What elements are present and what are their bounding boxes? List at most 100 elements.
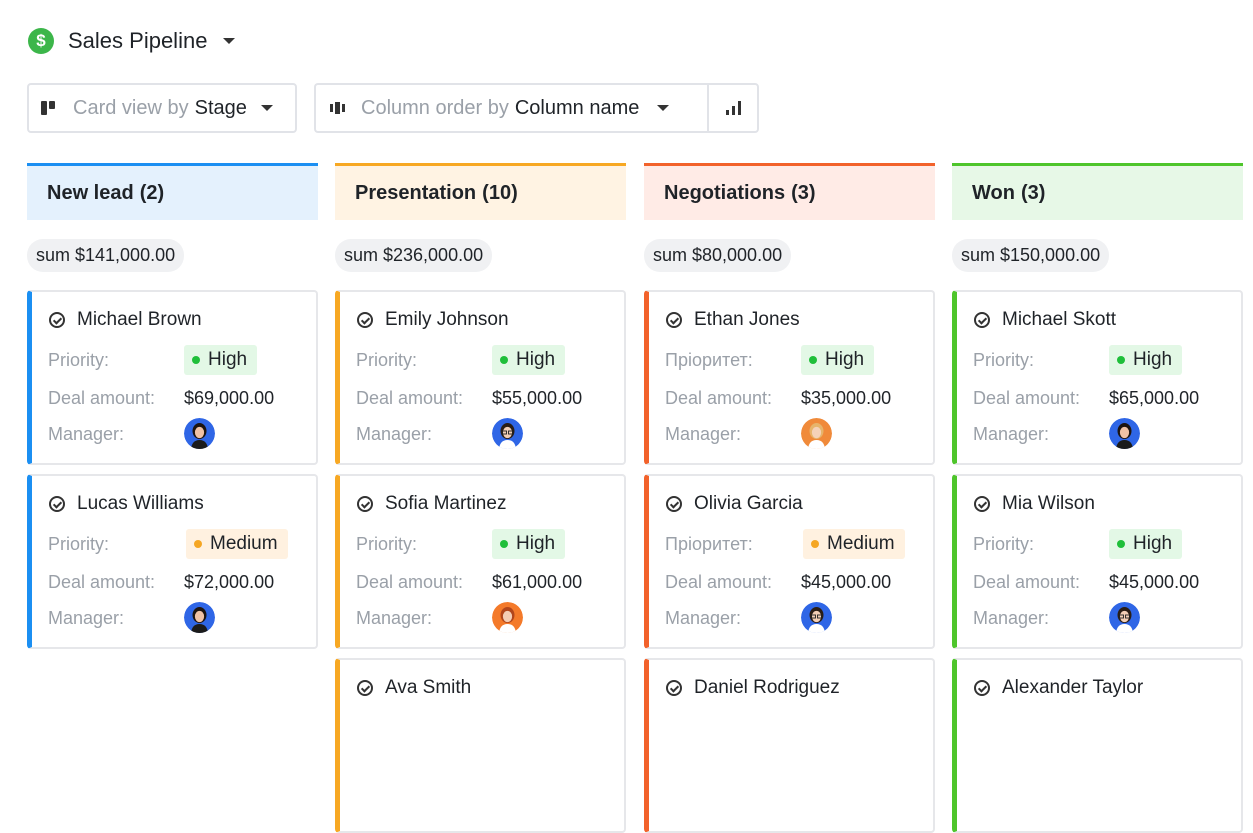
deal-card[interactable]: Sofia Martinez Priority: Deal amount: Manag…: [335, 474, 626, 649]
status-dot-icon: [811, 540, 819, 548]
check-circle-icon[interactable]: [666, 680, 682, 696]
card-title: Mia Wilson: [974, 493, 1095, 515]
deal-card[interactable]: Daniel Rodriguez: [644, 658, 935, 833]
card-title: Daniel Rodriguez: [666, 677, 840, 699]
deal-amount-value: $69,000.00: [184, 388, 275, 408]
manager-avatar[interactable]: [1109, 418, 1140, 449]
priority-label: Priority:: [48, 350, 110, 370]
deal-card[interactable]: Michael Brown Priority: Deal amount: Manage…: [27, 290, 318, 465]
priority-value: High: [208, 349, 248, 370]
column-header[interactable]: Presentation (10): [335, 163, 626, 220]
column-count: (2): [139, 181, 165, 204]
deal-card[interactable]: Ethan Jones Пріоритет: Deal amount: Manager…: [644, 290, 935, 465]
priority-value: High: [825, 349, 865, 370]
manager-label: Manager:: [665, 424, 742, 444]
check-circle-icon[interactable]: [666, 312, 682, 328]
deal-card[interactable]: Olivia Garcia Пріоритет: Deal amount: Manag…: [644, 474, 935, 649]
deal-amount-value: $61,000.00: [492, 572, 583, 592]
column-order-icon: [330, 102, 345, 114]
page-title[interactable]: Sales Pipeline: [68, 28, 207, 54]
priority-value: High: [516, 533, 556, 554]
column-header[interactable]: Negotiations (3): [644, 163, 935, 220]
card-view-button[interactable]: Card view by Stage: [27, 83, 297, 133]
column-header[interactable]: Won (3): [952, 163, 1243, 220]
deal-amount-value: $35,000.00: [801, 388, 892, 408]
deal-card[interactable]: Mia Wilson Priority: Deal amount: Manager: $…: [952, 474, 1243, 649]
card-title: Michael Brown: [49, 309, 202, 331]
chevron-down-icon: [260, 105, 273, 111]
manager-label: Manager:: [973, 608, 1050, 628]
manager-label: Manager:: [48, 608, 125, 628]
deal-amount-label: Deal amount:: [48, 572, 156, 592]
manager-label: Manager:: [356, 608, 433, 628]
check-circle-icon[interactable]: [666, 496, 682, 512]
deal-card[interactable]: Alexander Taylor: [952, 658, 1243, 833]
deal-name: Sofia Martinez: [385, 493, 507, 514]
manager-avatar[interactable]: [801, 418, 832, 449]
card-title: Olivia Garcia: [666, 493, 803, 515]
chevron-down-icon: [657, 105, 670, 111]
column-sum: sum $150,000.00: [952, 239, 1110, 272]
card-title: Lucas Williams: [49, 493, 204, 515]
column-order-button[interactable]: Column order by Column name: [314, 83, 709, 133]
manager-label: Manager:: [356, 424, 433, 444]
check-circle-icon[interactable]: [974, 496, 990, 512]
app-header: $ Sales Pipeline: [28, 27, 236, 55]
priority-value: Medium: [827, 533, 895, 554]
check-circle-icon[interactable]: [974, 680, 990, 696]
card-title: Ethan Jones: [666, 309, 800, 331]
manager-avatar[interactable]: [801, 602, 832, 633]
column-won: Won (3) sum $150,000.00: [952, 163, 1243, 272]
deal-name: Ethan Jones: [694, 309, 800, 330]
manager-avatar[interactable]: [184, 602, 215, 633]
manager-avatar[interactable]: [492, 602, 523, 633]
column-new-lead: New lead (2) sum $141,000.00: [27, 163, 318, 272]
manager-label: Manager:: [973, 424, 1050, 444]
status-dot-icon: [500, 356, 508, 364]
deal-name: Olivia Garcia: [694, 493, 803, 514]
column-sum: sum $236,000.00: [335, 239, 493, 272]
status-dot-icon: [192, 356, 200, 364]
priority-value: Medium: [210, 533, 278, 554]
column-header[interactable]: New lead (2): [27, 163, 318, 220]
deal-name: Emily Johnson: [385, 309, 509, 330]
deal-name: Michael Brown: [77, 309, 202, 330]
check-circle-icon[interactable]: [49, 312, 65, 328]
check-circle-icon[interactable]: [974, 312, 990, 328]
check-circle-icon[interactable]: [357, 496, 373, 512]
check-circle-icon[interactable]: [357, 312, 373, 328]
deal-card[interactable]: Ava Smith: [335, 658, 626, 833]
priority-badge: High: [492, 345, 566, 375]
manager-avatar[interactable]: [184, 418, 215, 449]
check-circle-icon[interactable]: [357, 680, 373, 696]
deal-amount-value: $55,000.00: [492, 388, 583, 408]
column-presentation: Presentation (10) sum $236,000.00: [335, 163, 626, 272]
deal-card[interactable]: Lucas Williams Priority: Deal amount: Manag…: [27, 474, 318, 649]
priority-label: Пріоритет:: [665, 534, 753, 554]
deal-amount-label: Deal amount:: [973, 572, 1081, 592]
card-title: Emily Johnson: [357, 309, 509, 331]
card-view-icon: [41, 101, 55, 115]
priority-value: High: [1133, 349, 1173, 370]
column-count: (3): [791, 181, 816, 204]
status-dot-icon: [500, 540, 508, 548]
column-title: New lead: [47, 181, 134, 204]
deal-name: Ava Smith: [385, 677, 472, 698]
deal-card[interactable]: Emily Johnson Priority: Deal amount: Manage…: [335, 290, 626, 465]
deal-name: Mia Wilson: [1002, 493, 1095, 514]
manager-avatar[interactable]: [492, 418, 523, 449]
deal-amount-value: $45,000.00: [1109, 572, 1200, 592]
title-dropdown-icon[interactable]: [223, 38, 236, 44]
priority-badge: High: [1109, 345, 1183, 375]
check-circle-icon[interactable]: [49, 496, 65, 512]
priority-value: High: [1133, 533, 1173, 554]
manager-label: Manager:: [665, 608, 742, 628]
manager-avatar[interactable]: [1109, 602, 1140, 633]
deal-amount-label: Deal amount:: [48, 388, 156, 408]
priority-label: Priority:: [356, 350, 418, 370]
card-view-prefix: Card view by: [73, 96, 189, 119]
chart-button[interactable]: [707, 83, 759, 133]
card-title: Sofia Martinez: [357, 493, 506, 515]
deal-card[interactable]: Michael Skott Priority: Deal amount: Manage…: [952, 290, 1243, 465]
priority-badge: Medium: [186, 529, 288, 559]
